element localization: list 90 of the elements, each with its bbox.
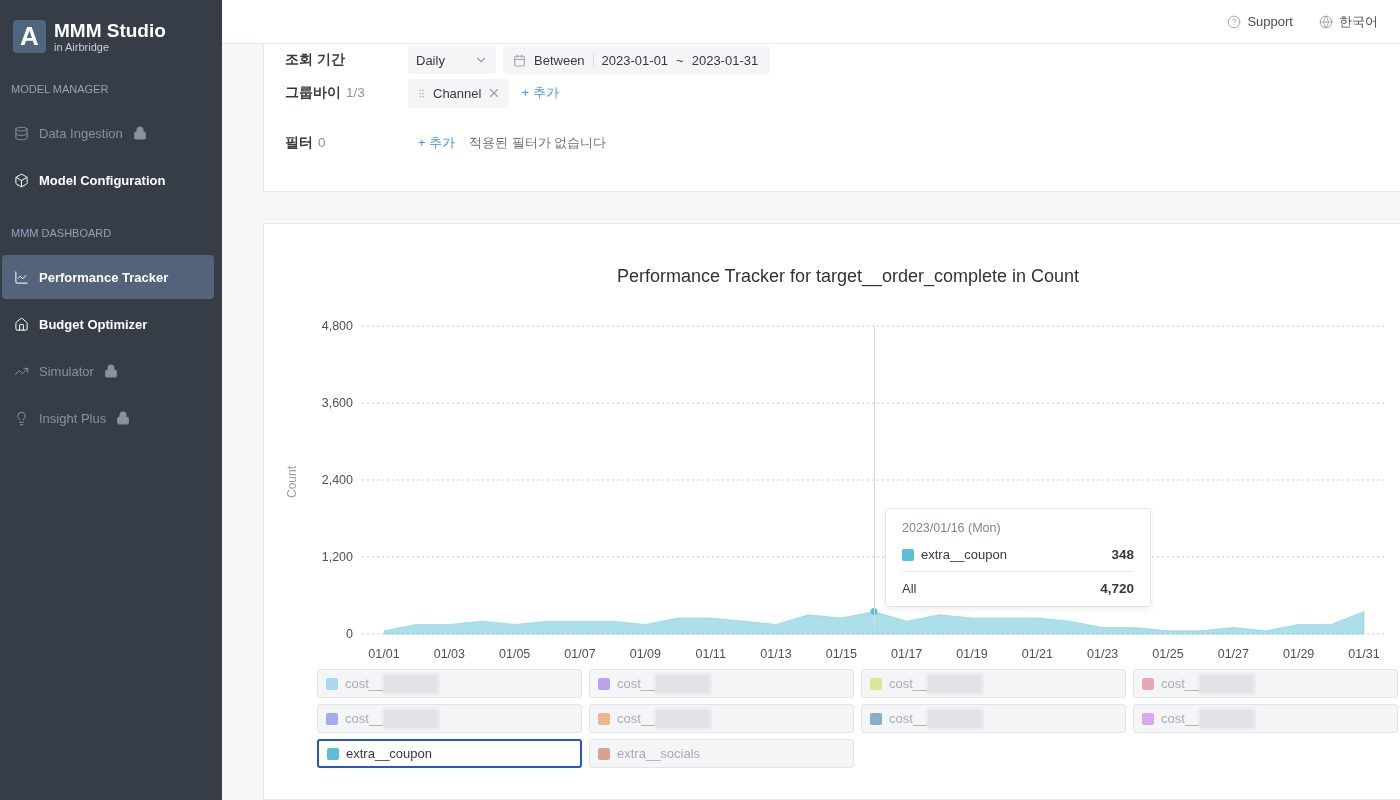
legend-label: cost__	[617, 673, 712, 694]
sidebar-item[interactable]: Budget Optimizer	[2, 302, 214, 346]
series-name: extra__coupon	[921, 547, 1007, 562]
x-tick-label: 01/09	[629, 647, 661, 661]
hover-point	[870, 608, 878, 616]
x-tick-label: 01/27	[1217, 647, 1249, 661]
legend-label: extra__socials	[617, 746, 701, 761]
granularity-select[interactable]: Daily	[408, 46, 496, 74]
lock-icon	[103, 364, 118, 378]
y-tick-label: 1,200	[321, 550, 353, 564]
sidebar-item[interactable]: Model Configuration	[2, 158, 214, 202]
legend-label: cost__	[1161, 673, 1256, 694]
x-tick-label: 01/29	[1283, 647, 1315, 661]
legend-item[interactable]: cost__	[1133, 669, 1398, 698]
x-tick-label: 01/13	[760, 647, 792, 661]
x-tick-label: 01/07	[564, 647, 596, 661]
cube-icon	[14, 172, 29, 188]
legend-label: cost__	[345, 708, 440, 729]
sidebar-item[interactable]: Data Ingestion	[2, 111, 214, 155]
legend-label: cost__	[889, 673, 984, 694]
x-tick-label: 01/03	[433, 647, 465, 661]
legend-label: extra__coupon	[346, 746, 432, 761]
series-value: 348	[1111, 547, 1134, 562]
x-tick-label: 01/05	[499, 647, 531, 661]
brand-name: MMM Studio	[54, 20, 166, 41]
calendar-icon	[513, 53, 526, 67]
legend-item[interactable]: cost__	[317, 704, 582, 733]
sidebar-item[interactable]: Performance Tracker	[2, 255, 214, 299]
section-title: MMM DASHBOARD	[10, 227, 113, 241]
globe-icon	[1319, 14, 1333, 29]
top-link[interactable]: Support	[1227, 14, 1293, 29]
x-tick-label: 01/25	[1152, 647, 1184, 661]
range-separator: ~	[676, 52, 684, 68]
legend-item[interactable]: extra__socials	[589, 739, 854, 768]
brand-subtitle: in Airbridge	[54, 40, 111, 53]
x-tick-label: 01/01	[368, 647, 400, 661]
start-date: 2023-01-01	[601, 52, 669, 68]
empty-filter-message: 적용된 필터가 없습니다	[469, 134, 607, 152]
house-icon	[14, 316, 29, 332]
row-label: 필터	[285, 134, 313, 152]
x-tick-label: 01/11	[695, 647, 726, 661]
logo: A	[13, 20, 46, 53]
group-chip[interactable]: Channel	[408, 78, 510, 108]
sidebar-item[interactable]: Simulator	[2, 349, 214, 393]
row-label: 조회 기간	[285, 51, 345, 69]
range-mode: Between	[534, 52, 585, 68]
group-count: 1/3	[346, 85, 365, 100]
add-link[interactable]: + 추가	[521, 84, 559, 102]
row-label: 그룹바이	[285, 84, 341, 102]
legend-item[interactable]: cost__	[1133, 704, 1398, 733]
drag-handle-icon	[416, 87, 427, 99]
x-tick-label: 01/21	[1021, 647, 1053, 661]
legend-item[interactable]: cost__	[861, 669, 1126, 698]
x-tick-label: 01/31	[1348, 647, 1380, 661]
total-value: 4,720	[1100, 581, 1134, 596]
legend-label: cost__	[617, 708, 712, 729]
legend-item[interactable]: extra__coupon	[317, 739, 582, 768]
legend-item[interactable]: cost__	[317, 669, 582, 698]
filter-count: 0	[318, 135, 326, 150]
add-link[interactable]: + 추가	[418, 134, 456, 152]
x-tick-label: 01/15	[825, 647, 857, 661]
x-tick-label: 01/23	[1087, 647, 1119, 661]
section-title: MODEL MANAGER	[10, 83, 110, 97]
line-chart-icon	[14, 269, 29, 285]
database-icon	[14, 125, 29, 141]
lock-icon	[132, 126, 147, 140]
legend-item[interactable]: cost__	[861, 704, 1126, 733]
legend-label: cost__	[889, 708, 984, 729]
lock-icon	[116, 411, 131, 425]
y-tick-label: 0	[346, 627, 353, 641]
y-axis-title: Count	[285, 466, 299, 498]
legend-item[interactable]: cost__	[589, 704, 854, 733]
lightbulb-icon	[14, 410, 29, 426]
top-link[interactable]: 한국어	[1319, 12, 1378, 31]
date-range-field[interactable]: Between 2023-01-01 ~ 2023-01-31	[503, 46, 771, 74]
help-icon	[1227, 14, 1242, 29]
y-tick-label: 2,400	[321, 473, 353, 487]
chart-title: Performance Tracker for target__order_complete in Count	[615, 266, 1081, 287]
legend-item[interactable]: cost__	[589, 669, 854, 698]
total-label: All	[902, 581, 917, 596]
tooltip-date: 2023/01/16 (Mon)	[902, 521, 1002, 535]
y-tick-label: 3,600	[321, 396, 353, 410]
series-swatch	[902, 548, 914, 561]
end-date: 2023-01-31	[691, 52, 759, 68]
y-tick-label: 4,800	[321, 319, 353, 333]
legend-label: cost__	[1161, 708, 1256, 729]
legend-label: cost__	[345, 673, 440, 694]
x-tick-label: 01/17	[891, 647, 923, 661]
sidebar-item[interactable]: Insight Plus	[2, 396, 214, 440]
x-tick-label: 01/19	[956, 647, 988, 661]
